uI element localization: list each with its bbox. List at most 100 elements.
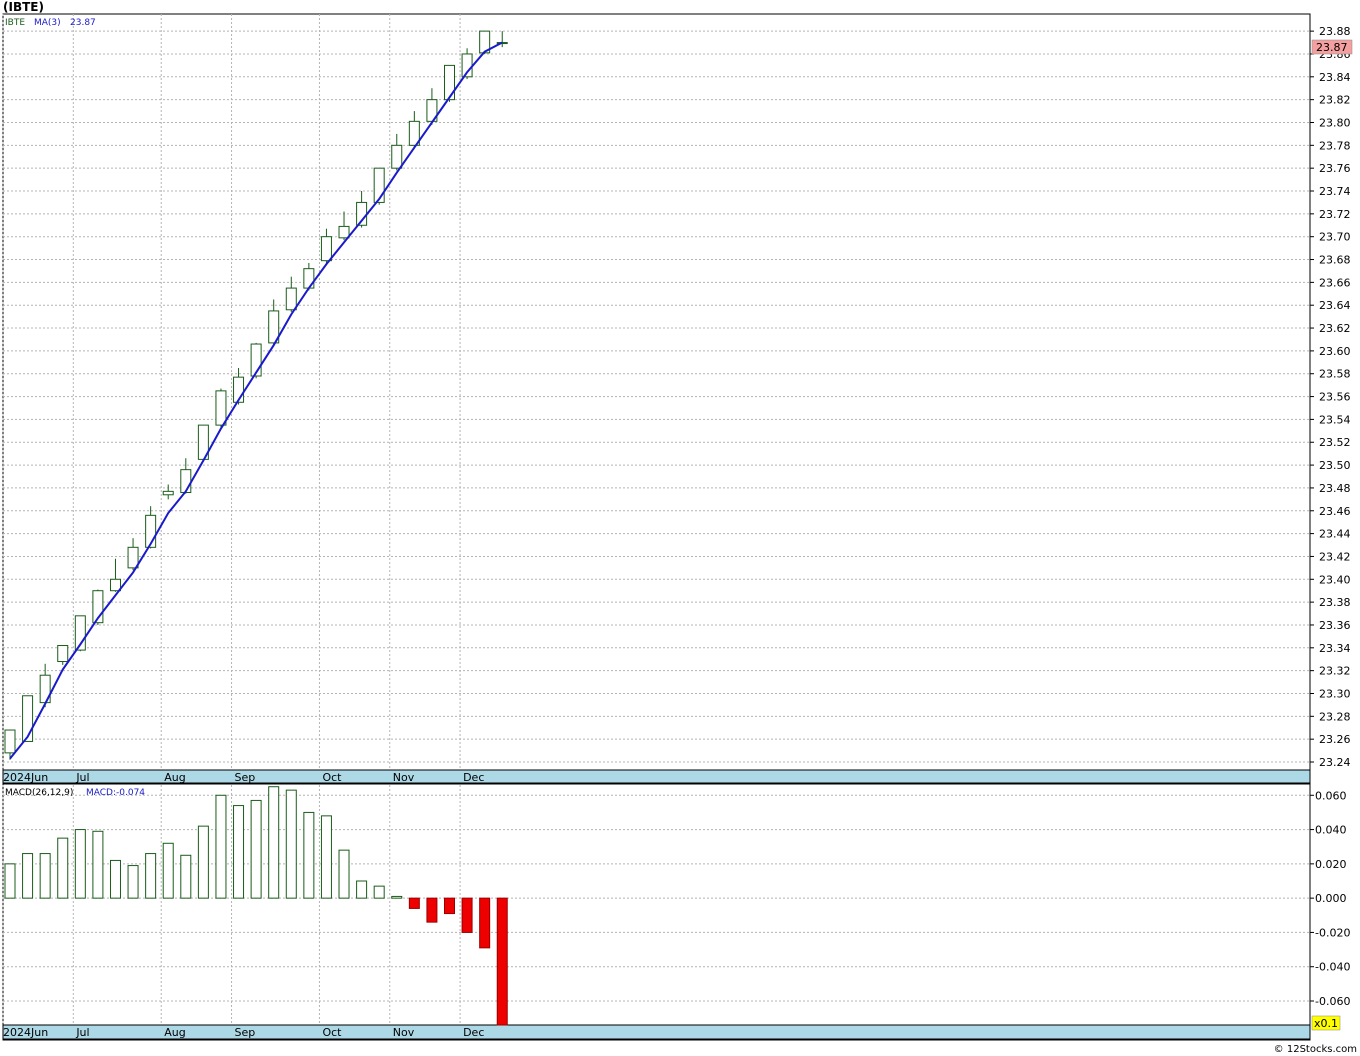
- macd-bar: [233, 805, 245, 899]
- macd-bar: [215, 794, 227, 899]
- macd-bar: [338, 849, 350, 899]
- candle-body: [320, 236, 332, 262]
- macd-bar: [180, 854, 192, 899]
- macd-xtick-label: 2024Jun: [3, 1026, 48, 1039]
- macd-bar: [109, 859, 121, 899]
- candle-body: [162, 490, 174, 496]
- price-ytick-label: 23.82: [1319, 94, 1351, 107]
- macd-bar: [320, 815, 332, 899]
- price-ytick-label: 23.56: [1319, 391, 1351, 404]
- macd-xtick-label: Nov: [393, 1026, 415, 1039]
- macd-xtick-label: Oct: [322, 1026, 342, 1039]
- candle-body: [4, 729, 16, 754]
- price-ytick-label: 23.66: [1319, 276, 1351, 289]
- candle-body: [285, 287, 297, 311]
- price-ytick-label: 23.26: [1319, 733, 1351, 746]
- macd-bar: [444, 897, 455, 915]
- price-ytick-label: 23.58: [1319, 368, 1351, 381]
- price-ytick-label: 23.36: [1319, 619, 1351, 632]
- price-ytick-label: 23.24: [1319, 756, 1351, 769]
- macd-bar: [391, 895, 403, 899]
- price-xtick-label: Aug: [164, 771, 185, 784]
- macd-legend-value: MACD:-0.074: [86, 788, 145, 798]
- price-y-axis: 23.24 23.26 23.28 23.30 23.32 23.34 23.36 23.38…: [1310, 25, 1351, 769]
- macd-ytick-label: 0.040: [1315, 824, 1347, 837]
- price-ytick-label: 23.42: [1319, 550, 1351, 563]
- price-ytick-label: 23.30: [1319, 687, 1351, 700]
- price-ytick-label: 23.78: [1319, 139, 1351, 152]
- macd-bar: [373, 885, 385, 899]
- macd-bar: [197, 825, 209, 899]
- macd-bar: [250, 799, 262, 899]
- macd-bar: [57, 837, 69, 899]
- macd-bar: [162, 842, 174, 899]
- macd-bar: [39, 853, 51, 899]
- macd-bar: [145, 853, 157, 899]
- macd-y-axis: -0.060 -0.040 -0.020 0.000 0.020 0.040 0.060: [1310, 789, 1350, 1008]
- macd-bar: [356, 880, 368, 899]
- price-legend-ma: MA(3): [34, 18, 61, 28]
- price-date-axis-band: [2, 769, 1311, 784]
- macd-bar: [4, 863, 16, 899]
- macd-scale-label: x0.1: [1314, 1017, 1338, 1030]
- macd-bar: [496, 897, 508, 1026]
- price-ytick-label: 23.74: [1319, 185, 1351, 198]
- candle-body: [127, 546, 139, 569]
- macd-bar: [408, 897, 420, 909]
- price-ytick-label: 23.54: [1319, 413, 1351, 426]
- last-price-label: 23.87: [1316, 41, 1348, 54]
- macd-bar: [92, 830, 104, 899]
- price-ytick-label: 23.62: [1319, 322, 1351, 335]
- price-ytick-label: 23.88: [1319, 25, 1351, 38]
- macd-xtick-label: Dec: [463, 1026, 484, 1039]
- price-ytick-label: 23.50: [1319, 459, 1351, 472]
- macd-ytick-label: 0.020: [1315, 858, 1347, 871]
- price-ytick-label: 23.84: [1319, 71, 1351, 84]
- macd-xtick-label: Aug: [164, 1026, 185, 1039]
- price-ytick-label: 23.48: [1319, 482, 1351, 495]
- price-ytick-label: 23.80: [1319, 116, 1351, 129]
- macd-ytick-label: -0.060: [1315, 995, 1350, 1008]
- macd-bar: [285, 789, 297, 899]
- price-xtick-label: Jul: [75, 771, 89, 784]
- price-legend-ma-value: 23.87: [70, 18, 96, 28]
- price-ytick-label: 23.40: [1319, 573, 1351, 586]
- macd-ytick-label: 0.000: [1315, 892, 1347, 905]
- macd-ytick-label: -0.020: [1315, 926, 1350, 939]
- price-ytick-label: 23.76: [1319, 162, 1351, 175]
- macd-legend-name: MACD(26,12,9): [5, 788, 73, 798]
- macd-bar: [74, 829, 86, 899]
- macd-ytick-label: -0.040: [1315, 961, 1350, 974]
- candle-body: [180, 469, 192, 493]
- price-ytick-label: 23.60: [1319, 345, 1351, 358]
- candle-body: [338, 225, 350, 239]
- price-ytick-label: 23.32: [1319, 665, 1351, 678]
- macd-bar: [479, 897, 491, 949]
- price-panel-frame: [2, 13, 1311, 785]
- price-ytick-label: 23.52: [1319, 436, 1351, 449]
- price-ytick-label: 23.70: [1319, 231, 1351, 244]
- price-ytick-label: 23.46: [1319, 505, 1351, 518]
- macd-bar: [22, 853, 34, 899]
- candle-body: [109, 578, 121, 592]
- price-xtick-label: Sep: [235, 771, 256, 784]
- candle-body: [444, 64, 455, 101]
- price-ytick-label: 23.72: [1319, 208, 1351, 221]
- price-ytick-label: 23.28: [1319, 710, 1351, 723]
- price-ytick-label: 23.64: [1319, 299, 1351, 312]
- candle-body: [391, 144, 403, 169]
- candle-body: [303, 268, 315, 289]
- macd-bar: [268, 786, 280, 899]
- price-ytick-label: 23.68: [1319, 254, 1351, 267]
- chart-svg: 23.24 23.26 23.28 23.30 23.32 23.34 23.36 23.38…: [2, 13, 1353, 1041]
- macd-bar: [426, 897, 438, 923]
- macd-panel-frame: [2, 783, 1311, 1041]
- candle: [22, 695, 34, 742]
- price-ytick-label: 23.34: [1319, 642, 1351, 655]
- macd-bar: [461, 897, 473, 933]
- candle-body: [215, 390, 227, 426]
- price-xtick-label: Oct: [322, 771, 342, 784]
- price-legend-symbol: IBTE: [5, 18, 25, 28]
- price-ytick-label: 23.38: [1319, 596, 1351, 609]
- price-xtick-label: 2024Jun: [3, 771, 48, 784]
